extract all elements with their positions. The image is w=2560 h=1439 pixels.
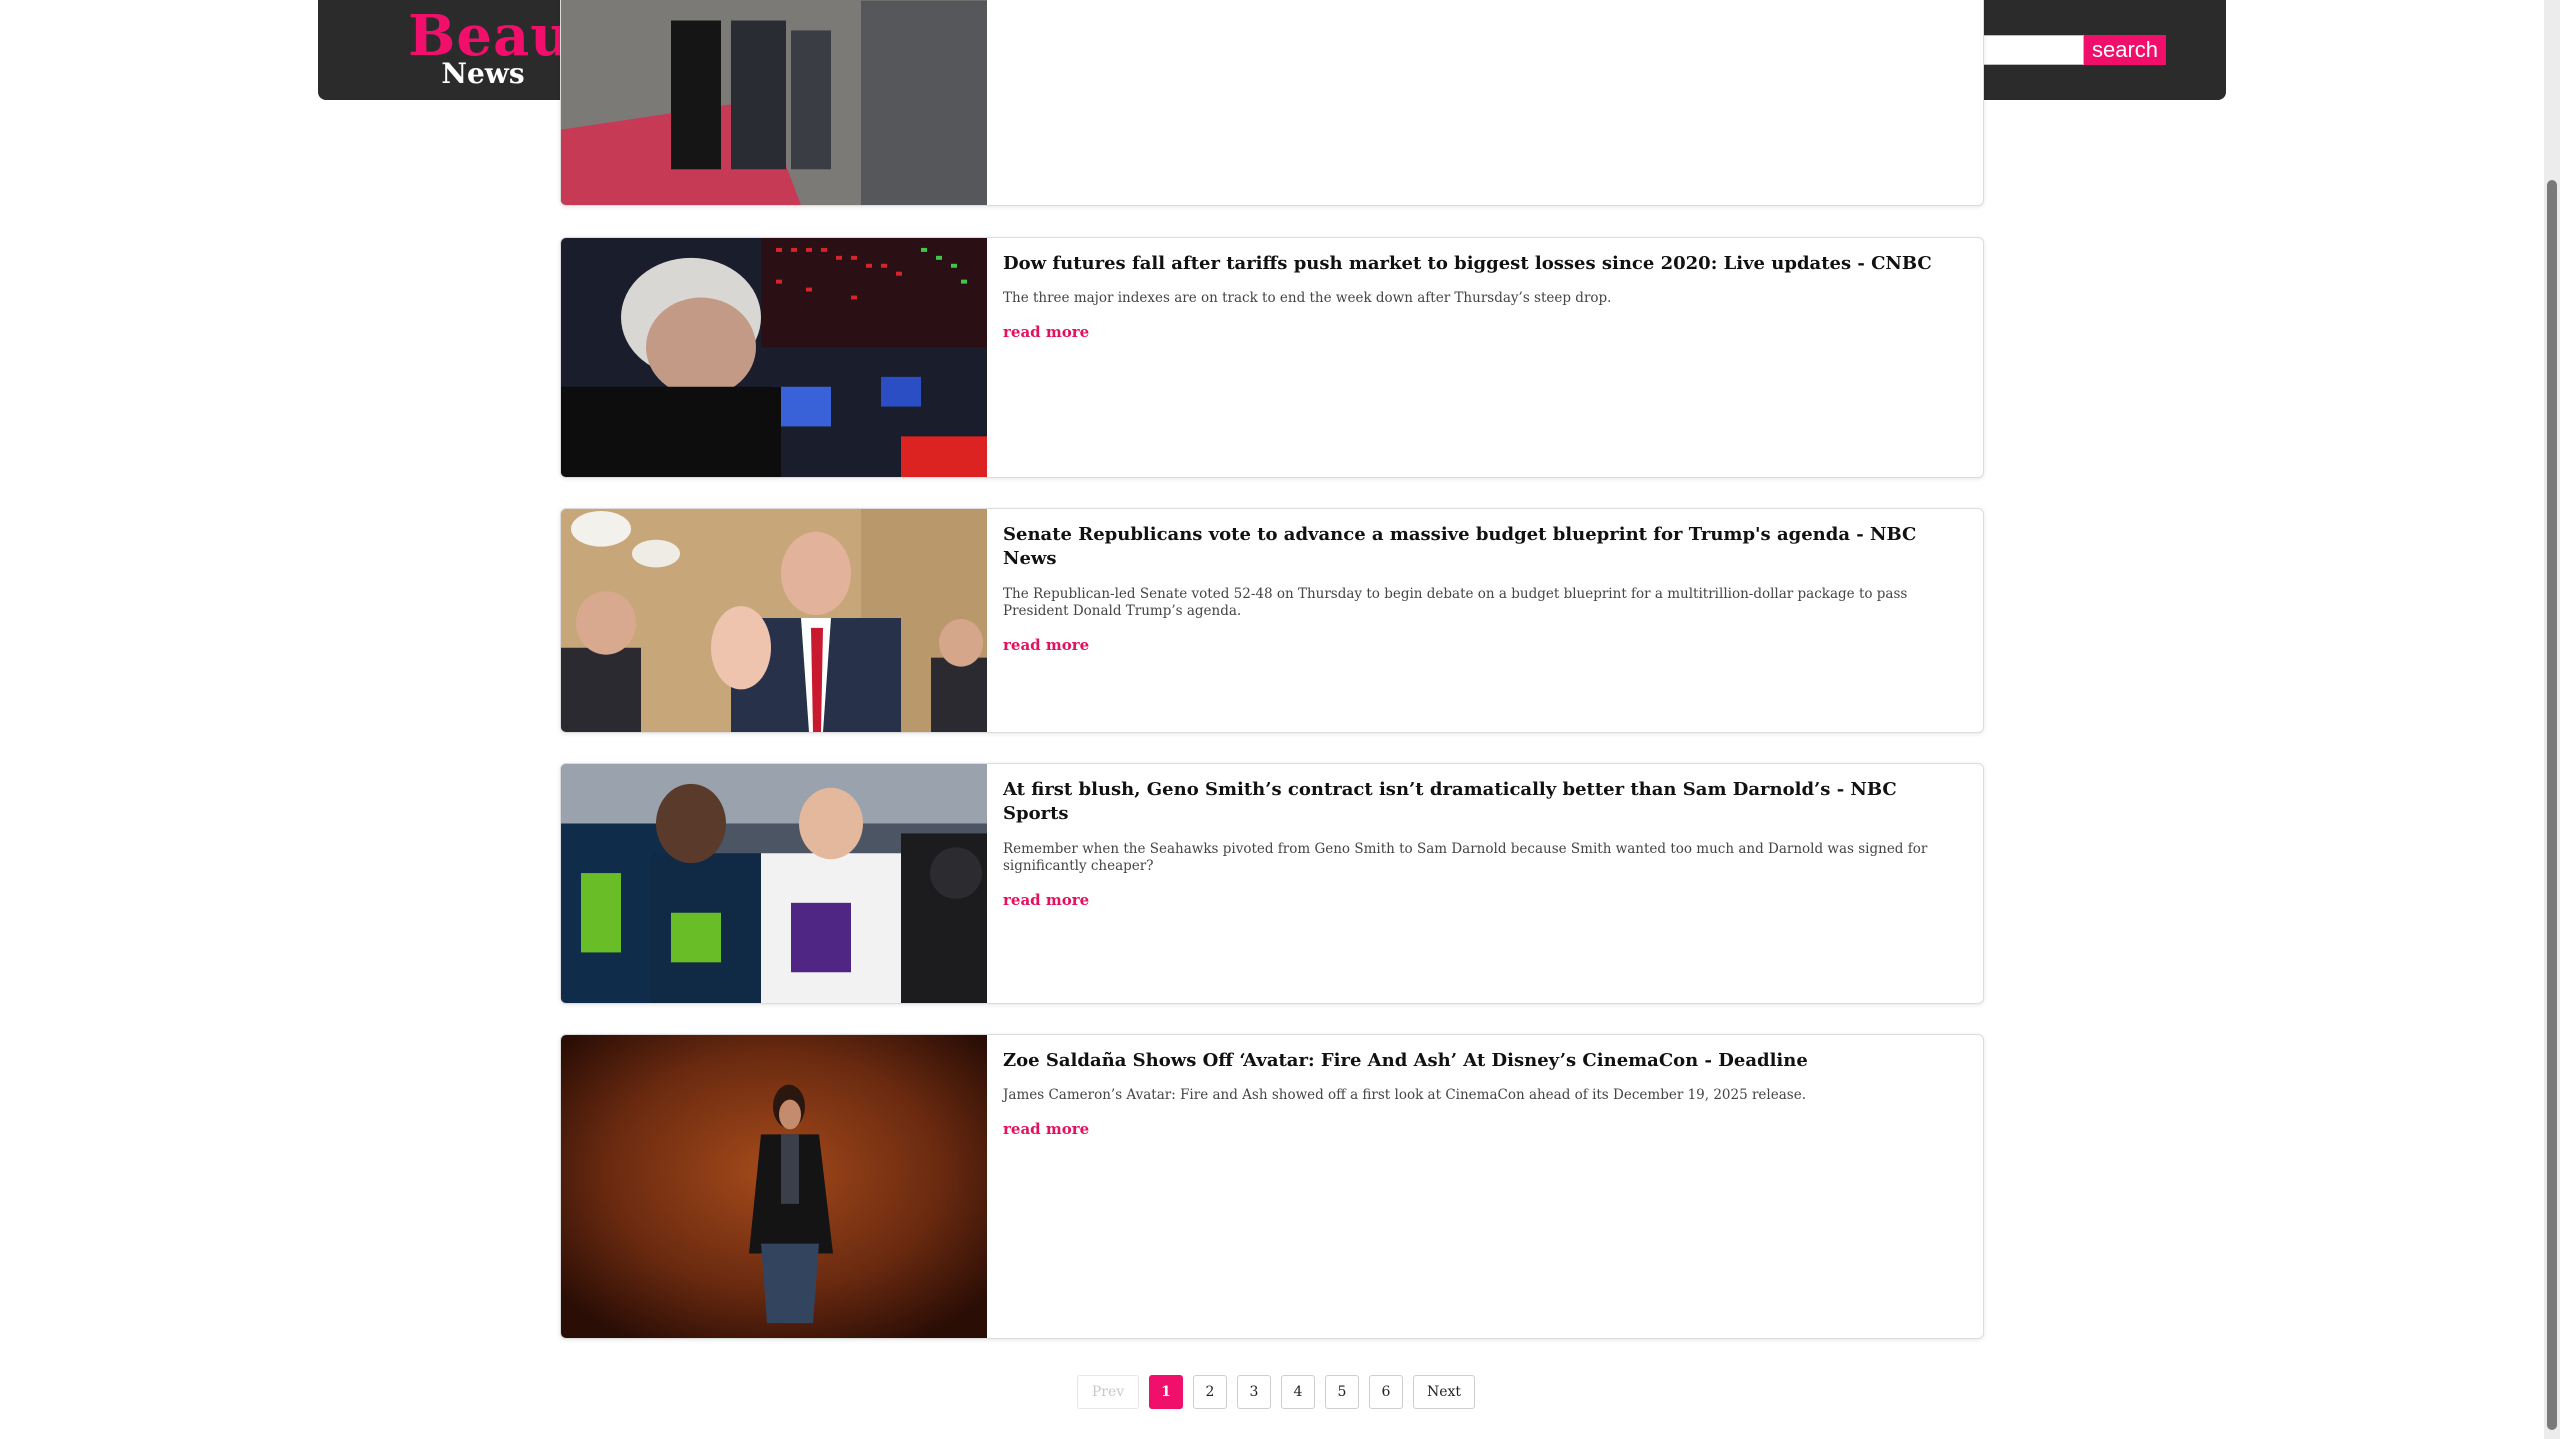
article-body: At first blush, Geno Smith’s contract is…	[1003, 778, 1953, 909]
read-more-link[interactable]: read more	[1003, 891, 1089, 909]
article-description: Remember when the Seahawks pivoted from …	[1003, 840, 1928, 875]
page-button-5[interactable]: 5	[1325, 1375, 1359, 1409]
cinemacon-photo	[561, 1035, 987, 1338]
trader-photo	[561, 238, 987, 477]
page-button-2[interactable]: 2	[1193, 1375, 1227, 1409]
page-button-6[interactable]: 6	[1369, 1375, 1403, 1409]
pagination: Prev 1 2 3 4 5 6 Next	[1077, 1375, 1475, 1409]
article-title[interactable]: Zoe Saldaña Shows Off ‘Avatar: Fire And …	[1003, 1049, 1953, 1073]
article-title[interactable]: Senate Republicans vote to advance a mas…	[1003, 523, 1953, 572]
search-button[interactable]: search	[2084, 35, 2167, 65]
logo-text-beau: Beau	[408, 3, 572, 69]
article-card	[560, 0, 1984, 206]
article-thumbnail[interactable]	[561, 1035, 987, 1338]
red-carpet-photo	[561, 0, 987, 205]
article-title[interactable]: Dow futures fall after tariffs push mark…	[1003, 252, 1953, 276]
article-card: Zoe Saldaña Shows Off ‘Avatar: Fire And …	[560, 1034, 1984, 1339]
article-card: At first blush, Geno Smith’s contract is…	[560, 763, 1984, 1004]
prev-page-button[interactable]: Prev	[1077, 1375, 1139, 1409]
article-body	[1003, 0, 1953, 8]
article-thumbnail[interactable]	[561, 0, 987, 205]
senate-photo	[561, 509, 987, 732]
article-thumbnail[interactable]	[561, 509, 987, 732]
article-body: Zoe Saldaña Shows Off ‘Avatar: Fire And …	[1003, 1049, 1953, 1138]
football-photo	[561, 764, 987, 1003]
article-card: Senate Republicans vote to advance a mas…	[560, 508, 1984, 733]
page: Beau News business entertainment general…	[0, 0, 2560, 1439]
article-thumbnail[interactable]	[561, 238, 987, 477]
next-page-button[interactable]: Next	[1413, 1375, 1475, 1409]
page-button-4[interactable]: 4	[1281, 1375, 1315, 1409]
article-description: James Cameron’s Avatar: Fire and Ash sho…	[1003, 1087, 1806, 1104]
scrollbar-thumb[interactable]	[2547, 180, 2557, 1430]
read-more-link[interactable]: read more	[1003, 323, 1089, 341]
vertical-scrollbar[interactable]	[2544, 0, 2560, 1439]
page-button-1[interactable]: 1	[1149, 1375, 1183, 1409]
read-more-link[interactable]: read more	[1003, 636, 1089, 654]
article-body: Senate Republicans vote to advance a mas…	[1003, 523, 1953, 654]
article-title[interactable]: At first blush, Geno Smith’s contract is…	[1003, 778, 1953, 827]
article-description: The Republican-led Senate voted 52-48 on…	[1003, 585, 1908, 620]
site-logo[interactable]: Beau News	[408, 3, 572, 88]
article-card: Dow futures fall after tariffs push mark…	[560, 237, 1984, 478]
article-description: The three major indexes are on track to …	[1003, 290, 1612, 307]
page-button-3[interactable]: 3	[1237, 1375, 1271, 1409]
article-body: Dow futures fall after tariffs push mark…	[1003, 252, 1953, 341]
article-thumbnail[interactable]	[561, 764, 987, 1003]
read-more-link[interactable]: read more	[1003, 1120, 1089, 1138]
